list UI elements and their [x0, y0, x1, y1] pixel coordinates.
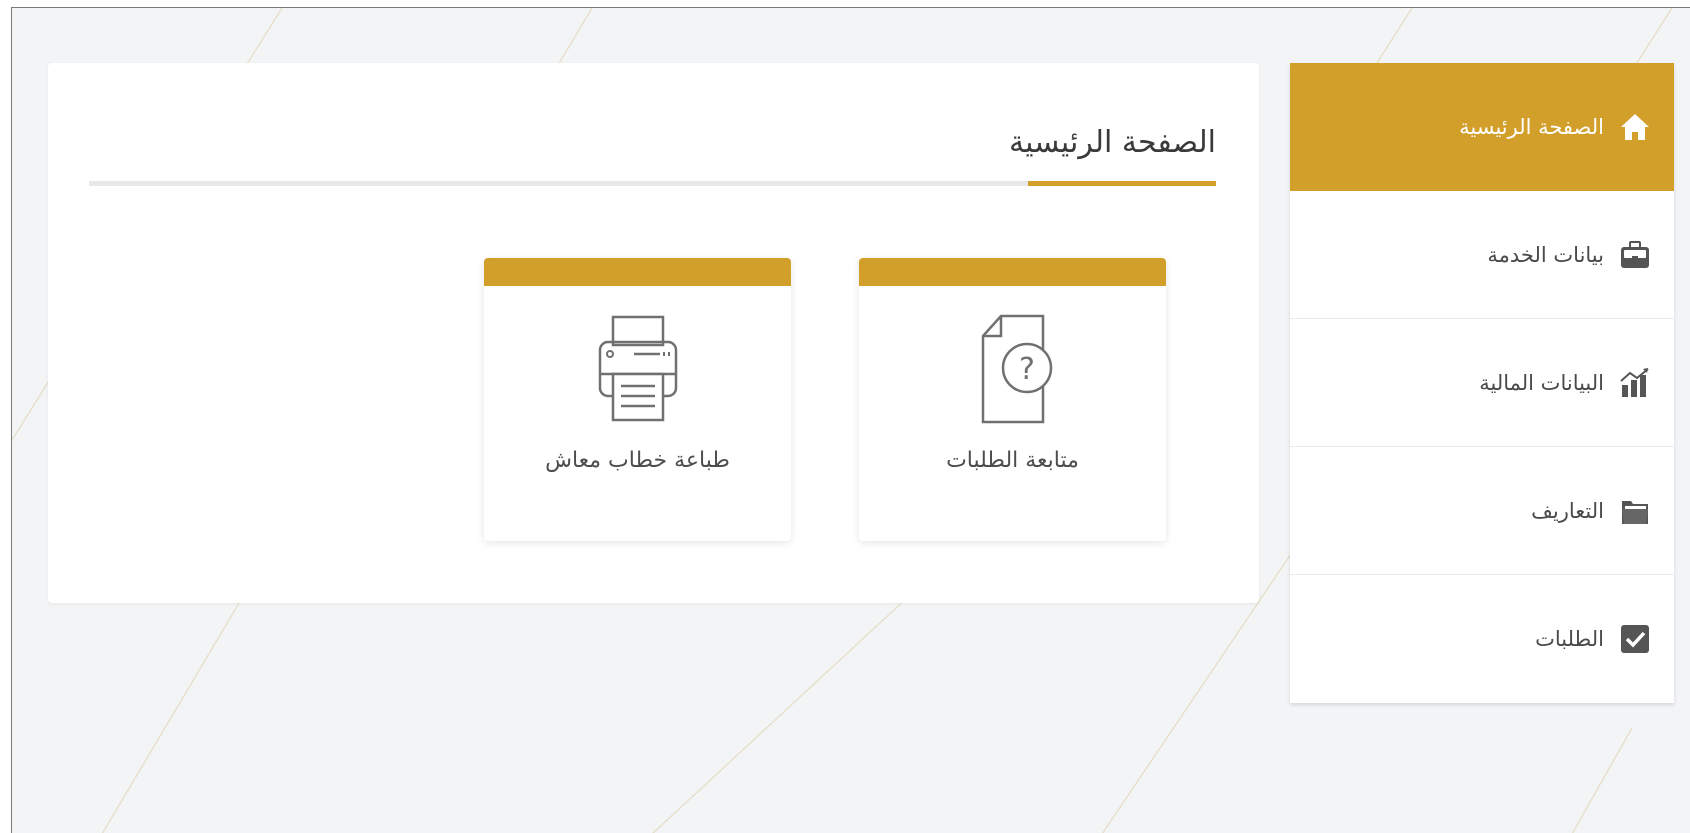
folder-icon — [1618, 494, 1652, 528]
sidebar-item-label: البيانات المالية — [1479, 370, 1604, 395]
sidebar-item-label: بيانات الخدمة — [1487, 242, 1604, 267]
page-frame: الصفحة الرئيسية بيانات الخدمة البيانات ا… — [11, 7, 1690, 833]
svg-text:?: ? — [1019, 352, 1035, 387]
title-accent-underline — [1028, 181, 1216, 186]
tile-header-bar — [859, 258, 1166, 286]
sidebar-item-definitions[interactable]: التعاريف — [1290, 447, 1674, 575]
sidebar-item-label: الصفحة الرئيسية — [1459, 115, 1604, 139]
sidebar-item-requests[interactable]: الطلبات — [1290, 575, 1674, 703]
document-question-icon: ? — [859, 314, 1166, 426]
sidebar-item-home[interactable]: الصفحة الرئيسية — [1290, 63, 1674, 191]
sidebar-item-financial-data[interactable]: البيانات المالية — [1290, 319, 1674, 447]
printer-icon — [484, 314, 791, 426]
tile-header-bar — [484, 258, 791, 286]
bar-chart-icon — [1618, 366, 1652, 400]
page-header: الصفحة الرئيسية — [89, 113, 1216, 187]
sidebar-item-service-data[interactable]: بيانات الخدمة — [1290, 191, 1674, 319]
sidebar-item-label: التعاريف — [1531, 498, 1604, 523]
sidebar-item-label: الطلبات — [1535, 627, 1604, 651]
tile-label: متابعة الطلبات — [946, 448, 1079, 473]
briefcase-icon — [1618, 238, 1652, 272]
home-icon — [1618, 110, 1652, 144]
checkbox-icon — [1618, 622, 1652, 656]
tile-print-pension-letter[interactable]: طباعة خطاب معاش — [484, 258, 791, 541]
page-title: الصفحة الرئيسية — [1009, 125, 1216, 160]
tile-track-requests[interactable]: ? متابعة الطلبات — [859, 258, 1166, 541]
sidebar-menu: الصفحة الرئيسية بيانات الخدمة البيانات ا… — [1290, 63, 1674, 703]
main-content-card: الصفحة الرئيسية ? متابعة الطلبات طباعة خ… — [48, 63, 1259, 603]
tile-label: طباعة خطاب معاش — [545, 448, 730, 473]
